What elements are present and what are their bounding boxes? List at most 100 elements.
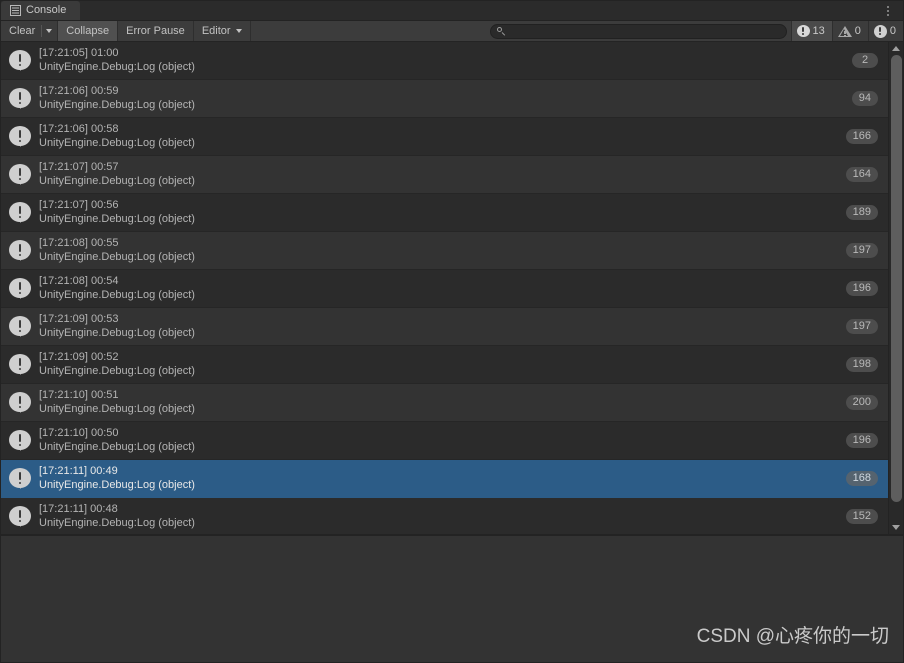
error-pause-toggle[interactable]: Error Pause: [118, 21, 194, 41]
info-count-toggle[interactable]: 13: [790, 21, 832, 41]
log-row[interactable]: [17:21:11] 00:48 UnityEngine.Debug:Log (o…: [1, 498, 888, 534]
log-row[interactable]: [17:21:09] 00:53 UnityEngine.Debug:Log (o…: [1, 308, 888, 346]
log-row[interactable]: [17:21:08] 00:55 UnityEngine.Debug:Log (o…: [1, 232, 888, 270]
log-row[interactable]: [17:21:07] 00:56 UnityEngine.Debug:Log (o…: [1, 194, 888, 232]
log-row-source: UnityEngine.Debug:Log (object): [39, 441, 195, 453]
chevron-down-icon[interactable]: [46, 29, 53, 33]
log-row-timestamp: [17:21:05] 01:00: [39, 47, 119, 59]
log-list-area: [17:21:05] 01:00 UnityEngine.Debug:Log (o…: [1, 42, 903, 534]
log-row-source: UnityEngine.Debug:Log (object): [39, 61, 195, 73]
log-row-count-badge: 197: [845, 319, 878, 334]
log-info-icon: [9, 277, 31, 300]
search-field[interactable]: [489, 23, 787, 39]
log-row-text: [17:21:10] 00:50 UnityEngine.Debug:Log (o…: [39, 427, 846, 454]
log-row-timestamp: [17:21:10] 00:50: [39, 427, 119, 439]
log-row-text: [17:21:05] 01:00 UnityEngine.Debug:Log (o…: [39, 47, 852, 74]
scrollbar-thumb[interactable]: [890, 55, 902, 503]
scroll-down-arrow-icon[interactable]: [889, 521, 904, 534]
log-row[interactable]: [17:21:05] 01:00 UnityEngine.Debug:Log (o…: [1, 42, 888, 80]
warning-count-toggle[interactable]: 0: [831, 21, 868, 41]
search-input[interactable]: [509, 25, 780, 37]
kebab-dot: [887, 9, 889, 12]
log-row-timestamp: [17:21:09] 00:53: [39, 313, 119, 325]
log-info-icon: [9, 505, 31, 528]
log-row-text: [17:21:08] 00:54 UnityEngine.Debug:Log (o…: [39, 275, 846, 302]
log-row-count-badge: 197: [845, 243, 878, 258]
log-row-source: UnityEngine.Debug:Log (object): [39, 175, 195, 187]
log-row[interactable]: [17:21:06] 00:58 UnityEngine.Debug:Log (o…: [1, 118, 888, 156]
collapse-toggle[interactable]: Collapse: [58, 21, 119, 41]
log-row[interactable]: [17:21:09] 00:52 UnityEngine.Debug:Log (o…: [1, 346, 888, 384]
tab-console[interactable]: Console: [1, 1, 81, 20]
log-row-count-badge: 94: [851, 91, 878, 106]
log-list[interactable]: [17:21:05] 01:00 UnityEngine.Debug:Log (o…: [1, 42, 888, 534]
log-row[interactable]: [17:21:10] 00:50 UnityEngine.Debug:Log (o…: [1, 422, 888, 460]
log-row-text: [17:21:06] 00:59 UnityEngine.Debug:Log (o…: [39, 85, 852, 112]
log-row-timestamp: [17:21:07] 00:56: [39, 199, 119, 211]
log-row-timestamp: [17:21:11] 00:49: [39, 465, 118, 477]
error-count-toggle[interactable]: 0: [867, 21, 903, 41]
log-row-text: [17:21:07] 00:56 UnityEngine.Debug:Log (o…: [39, 199, 846, 226]
log-info-icon: [9, 429, 31, 452]
kebab-dot: [887, 5, 889, 8]
kebab-menu-icon[interactable]: [880, 1, 896, 20]
editor-dropdown[interactable]: Editor: [193, 21, 251, 41]
search-container: [485, 21, 791, 41]
log-row-count-badge: 198: [845, 357, 878, 372]
log-row[interactable]: [17:21:08] 00:54 UnityEngine.Debug:Log (o…: [1, 270, 888, 308]
scrollbar-track[interactable]: [889, 55, 904, 521]
tab-console-label: Console: [26, 4, 67, 16]
scroll-up-arrow-icon[interactable]: [889, 42, 904, 55]
log-row-text: [17:21:08] 00:55 UnityEngine.Debug:Log (o…: [39, 237, 846, 264]
console-window: Console Clear Collapse Error Pause Edito…: [0, 0, 904, 663]
log-row[interactable]: [17:21:10] 00:51 UnityEngine.Debug:Log (o…: [1, 384, 888, 422]
csdn-watermark: CSDN @心疼你的一切: [696, 626, 889, 647]
log-row-source: UnityEngine.Debug:Log (object): [39, 99, 195, 111]
log-info-icon: [9, 201, 31, 224]
log-info-icon: [9, 315, 31, 338]
log-row-source: UnityEngine.Debug:Log (object): [39, 517, 195, 529]
log-row-text: [17:21:10] 00:51 UnityEngine.Debug:Log (o…: [39, 389, 846, 416]
log-info-icon: [796, 24, 810, 38]
log-row-source: UnityEngine.Debug:Log (object): [39, 137, 195, 149]
log-info-icon: [9, 125, 31, 148]
log-row-timestamp: [17:21:11] 00:48: [39, 503, 118, 515]
log-row-timestamp: [17:21:10] 00:51: [39, 389, 119, 401]
log-row-source: UnityEngine.Debug:Log (object): [39, 479, 195, 491]
log-list-scrollbar[interactable]: [888, 42, 903, 534]
log-row-count-badge: 189: [845, 205, 878, 220]
log-info-icon: [9, 239, 31, 262]
window-tabbar: Console: [1, 1, 903, 21]
clear-button-label: Clear: [9, 25, 36, 37]
collapse-toggle-label: Collapse: [66, 25, 110, 37]
log-row-text: [17:21:06] 00:58 UnityEngine.Debug:Log (o…: [39, 123, 846, 150]
log-row-count-badge: 2: [852, 53, 878, 68]
log-row-text: [17:21:07] 00:57 UnityEngine.Debug:Log (o…: [39, 161, 846, 188]
log-row-text: [17:21:11] 00:48 UnityEngine.Debug:Log (o…: [39, 503, 846, 530]
clear-button[interactable]: Clear: [1, 21, 40, 41]
log-row-source: UnityEngine.Debug:Log (object): [39, 289, 195, 301]
log-info-icon: [9, 163, 31, 186]
log-counters: 13 0 0: [790, 21, 903, 41]
error-circle-icon: [873, 24, 887, 38]
log-info-icon: [9, 391, 31, 414]
log-row[interactable]: [17:21:07] 00:57 UnityEngine.Debug:Log (o…: [1, 156, 888, 194]
clear-button-group: Clear: [1, 21, 59, 41]
log-row-source: UnityEngine.Debug:Log (object): [39, 213, 195, 225]
console-list-icon: [10, 5, 21, 16]
log-row-source: UnityEngine.Debug:Log (object): [39, 365, 195, 377]
log-row[interactable]: [17:21:11] 00:49 UnityEngine.Debug:Log (o…: [1, 460, 888, 498]
toolbar-spacer: [250, 21, 486, 41]
console-toolbar: Clear Collapse Error Pause Editor 13 0 0: [1, 21, 903, 42]
info-count-value: 13: [812, 24, 825, 37]
log-row-source: UnityEngine.Debug:Log (object): [39, 251, 195, 263]
log-row-timestamp: [17:21:08] 00:54: [39, 275, 119, 287]
log-row[interactable]: [17:21:06] 00:59 UnityEngine.Debug:Log (o…: [1, 80, 888, 118]
log-row-timestamp: [17:21:07] 00:57: [39, 161, 119, 173]
error-pause-toggle-label: Error Pause: [126, 25, 185, 37]
log-row-count-badge: 200: [845, 395, 878, 410]
warning-triangle-icon: [837, 25, 852, 38]
log-detail-pane[interactable]: CSDN @心疼你的一切: [1, 536, 903, 662]
log-row-count-badge: 164: [845, 167, 878, 182]
log-info-icon: [9, 467, 31, 490]
